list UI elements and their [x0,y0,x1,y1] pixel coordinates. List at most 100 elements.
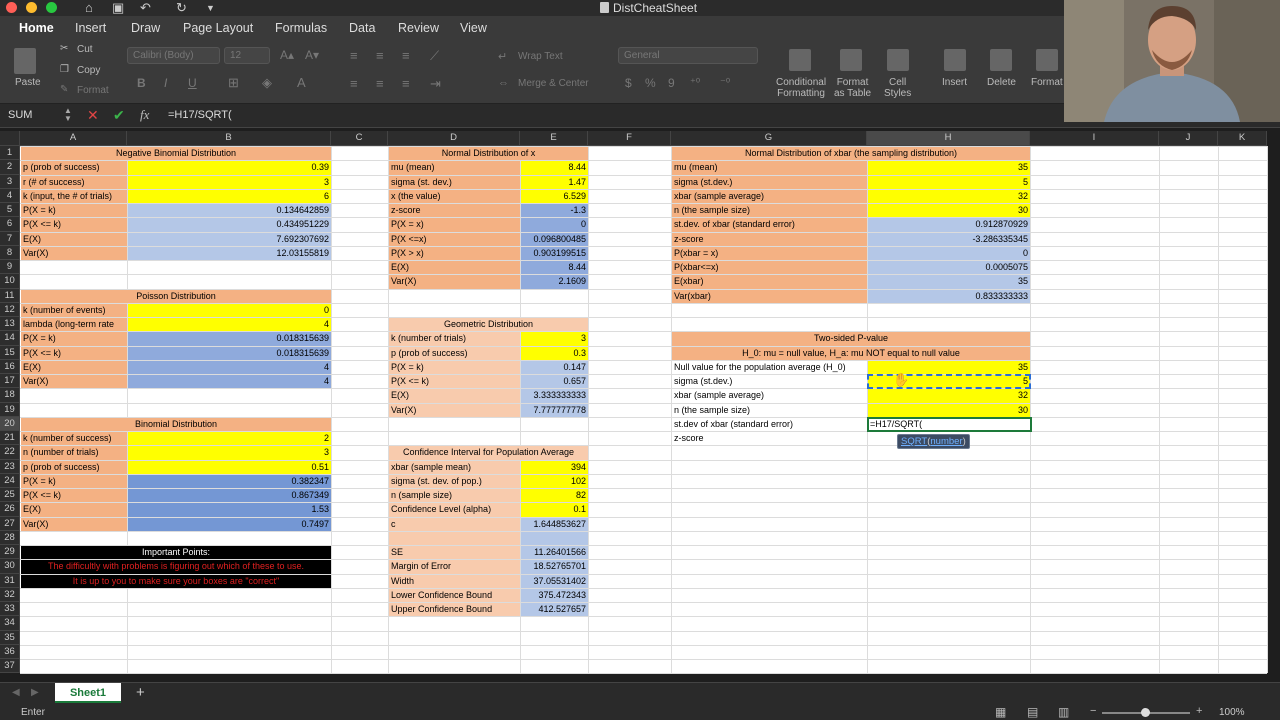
cell[interactable]: xbar (sample mean) [389,460,520,474]
cell[interactable]: E(X) [389,261,520,275]
cell[interactable]: P(X = k) [21,332,127,346]
function-name-link[interactable]: SQRT [901,436,927,447]
percent-button[interactable]: % [645,76,656,90]
underline-icon[interactable]: U [188,76,197,90]
normal-view-icon[interactable]: ▦ [995,705,1006,719]
align-right-icon[interactable]: ≡ [402,76,410,91]
cell[interactable]: 0.434951229 [128,218,331,232]
cell[interactable]: 8.44 [521,261,588,275]
cell[interactable]: 18.52765701 [521,560,588,574]
cell[interactable]: sigma (st. dev. of pop.) [389,474,520,488]
row-header[interactable]: 15 [0,345,20,360]
cell[interactable]: Var(X) [389,275,520,289]
font-color-icon[interactable]: A [297,75,306,90]
merge-icon[interactable]: ⇔ [498,77,509,89]
cell[interactable]: 1.644853627 [521,517,588,531]
column-header-j[interactable]: J [1159,131,1218,146]
row-header[interactable]: 1 [0,146,20,161]
cell[interactable]: Margin of Error [389,560,520,574]
cell[interactable] [389,531,520,545]
cell[interactable]: p (prob of success) [389,346,520,360]
cell[interactable]: Normal Distribution of x [389,147,588,161]
wrap-text-icon[interactable]: ↵ [498,50,507,63]
font-name-select[interactable]: Calibri (Body) [127,47,220,64]
cell[interactable]: Null value for the population average (H… [672,360,867,374]
cell[interactable]: 0.134642859 [128,204,331,218]
cell[interactable]: 8.44 [521,161,588,175]
column-header-e[interactable]: E [520,131,588,146]
row-header[interactable]: 32 [0,587,20,602]
bold-icon[interactable]: B [137,76,146,90]
cell[interactable]: 6 [128,189,331,203]
insert-cells-icon[interactable] [944,49,966,71]
align-left-icon[interactable]: ≡ [350,76,358,91]
home-icon[interactable]: ⌂ [85,0,93,15]
cell[interactable]: 82 [521,489,588,503]
increase-font-icon[interactable]: A▴ [280,48,294,62]
page-layout-view-icon[interactable]: ▤ [1027,705,1038,719]
cell[interactable]: Var(X) [389,403,520,417]
formula-input[interactable]: =H17/SQRT( [168,109,232,121]
conditional-formatting-icon[interactable] [789,49,811,71]
paste-icon[interactable] [14,48,36,74]
minimize-window-button[interactable] [26,2,37,13]
prev-sheet-icon[interactable]: ◀ [12,687,20,698]
cell[interactable]: 0.912870929 [868,218,1030,232]
insert-cells-button[interactable]: Insert [942,77,967,88]
cell[interactable]: 0 [521,218,588,232]
row-header[interactable]: 10 [0,274,20,289]
column-header-d[interactable]: D [388,131,520,146]
cell[interactable]: sigma (st.dev.) [672,375,867,389]
cell[interactable]: Geometric Distribution [389,318,588,332]
cell[interactable]: lambda (long-term rate [21,318,127,332]
tab-data[interactable]: Data [349,21,375,35]
format-painter-icon[interactable]: ✎ [60,84,68,95]
zoom-slider-thumb[interactable] [1141,708,1150,717]
name-box-stepper-icon[interactable]: ▲ ▼ [64,107,72,123]
conditional-formatting-button[interactable]: Conditional Formatting [776,77,826,99]
maximize-window-button[interactable] [46,2,57,13]
cell[interactable]: 7.777777778 [521,403,588,417]
cell[interactable]: 1.47 [521,175,588,189]
row-header[interactable]: 8 [0,245,20,260]
cell[interactable]: 32 [868,189,1030,203]
format-as-table-button[interactable]: Format as Table [834,77,871,99]
cell[interactable]: 30 [868,204,1030,218]
copy-icon[interactable]: ❐ [60,64,69,75]
cell[interactable]: 4 [128,375,331,389]
decrease-font-icon[interactable]: A▾ [305,48,319,62]
cell[interactable]: Confidence Level (alpha) [389,503,520,517]
add-sheet-button[interactable]: + [136,684,145,701]
undo-icon[interactable]: ↶ [140,0,151,16]
row-header[interactable]: 14 [0,331,20,346]
cell[interactable]: Poisson Distribution [21,289,331,303]
cell[interactable]: 5 [868,175,1030,189]
cell[interactable]: 3 [521,332,588,346]
cell[interactable]: E(X) [21,503,127,517]
cut-button[interactable]: Cut [77,44,93,55]
italic-icon[interactable]: I [164,76,167,90]
currency-button[interactable]: $ [625,76,632,90]
cell[interactable]: k (number of success) [21,432,127,446]
cell-styles-button[interactable]: Cell Styles [884,77,911,99]
tab-page-layout[interactable]: Page Layout [183,21,253,35]
orientation-icon[interactable]: ⟋ [430,48,439,64]
cell[interactable]: 0.147 [521,360,588,374]
row-header[interactable]: 28 [0,530,20,545]
cell[interactable]: p (prob of success) [21,161,127,175]
font-size-select[interactable]: 12 [224,47,270,64]
cell[interactable]: xbar (sample average) [672,389,867,403]
cell[interactable]: SE [389,546,520,560]
cell[interactable]: z-score [672,432,867,446]
function-arg-link[interactable]: number [930,436,962,447]
row-header[interactable]: 3 [0,174,20,189]
cell[interactable]: 1.53 [128,503,331,517]
cell[interactable]: n (the sample size) [672,204,867,218]
copy-button[interactable]: Copy [77,65,100,76]
name-box[interactable]: SUM [8,109,32,121]
row-header[interactable]: 5 [0,203,20,218]
format-as-table-icon[interactable] [840,49,862,71]
cell[interactable]: Confidence Interval for Population Avera… [389,446,588,460]
cell[interactable]: k (input, the # of trials) [21,189,127,203]
delete-cells-button[interactable]: Delete [987,77,1016,88]
